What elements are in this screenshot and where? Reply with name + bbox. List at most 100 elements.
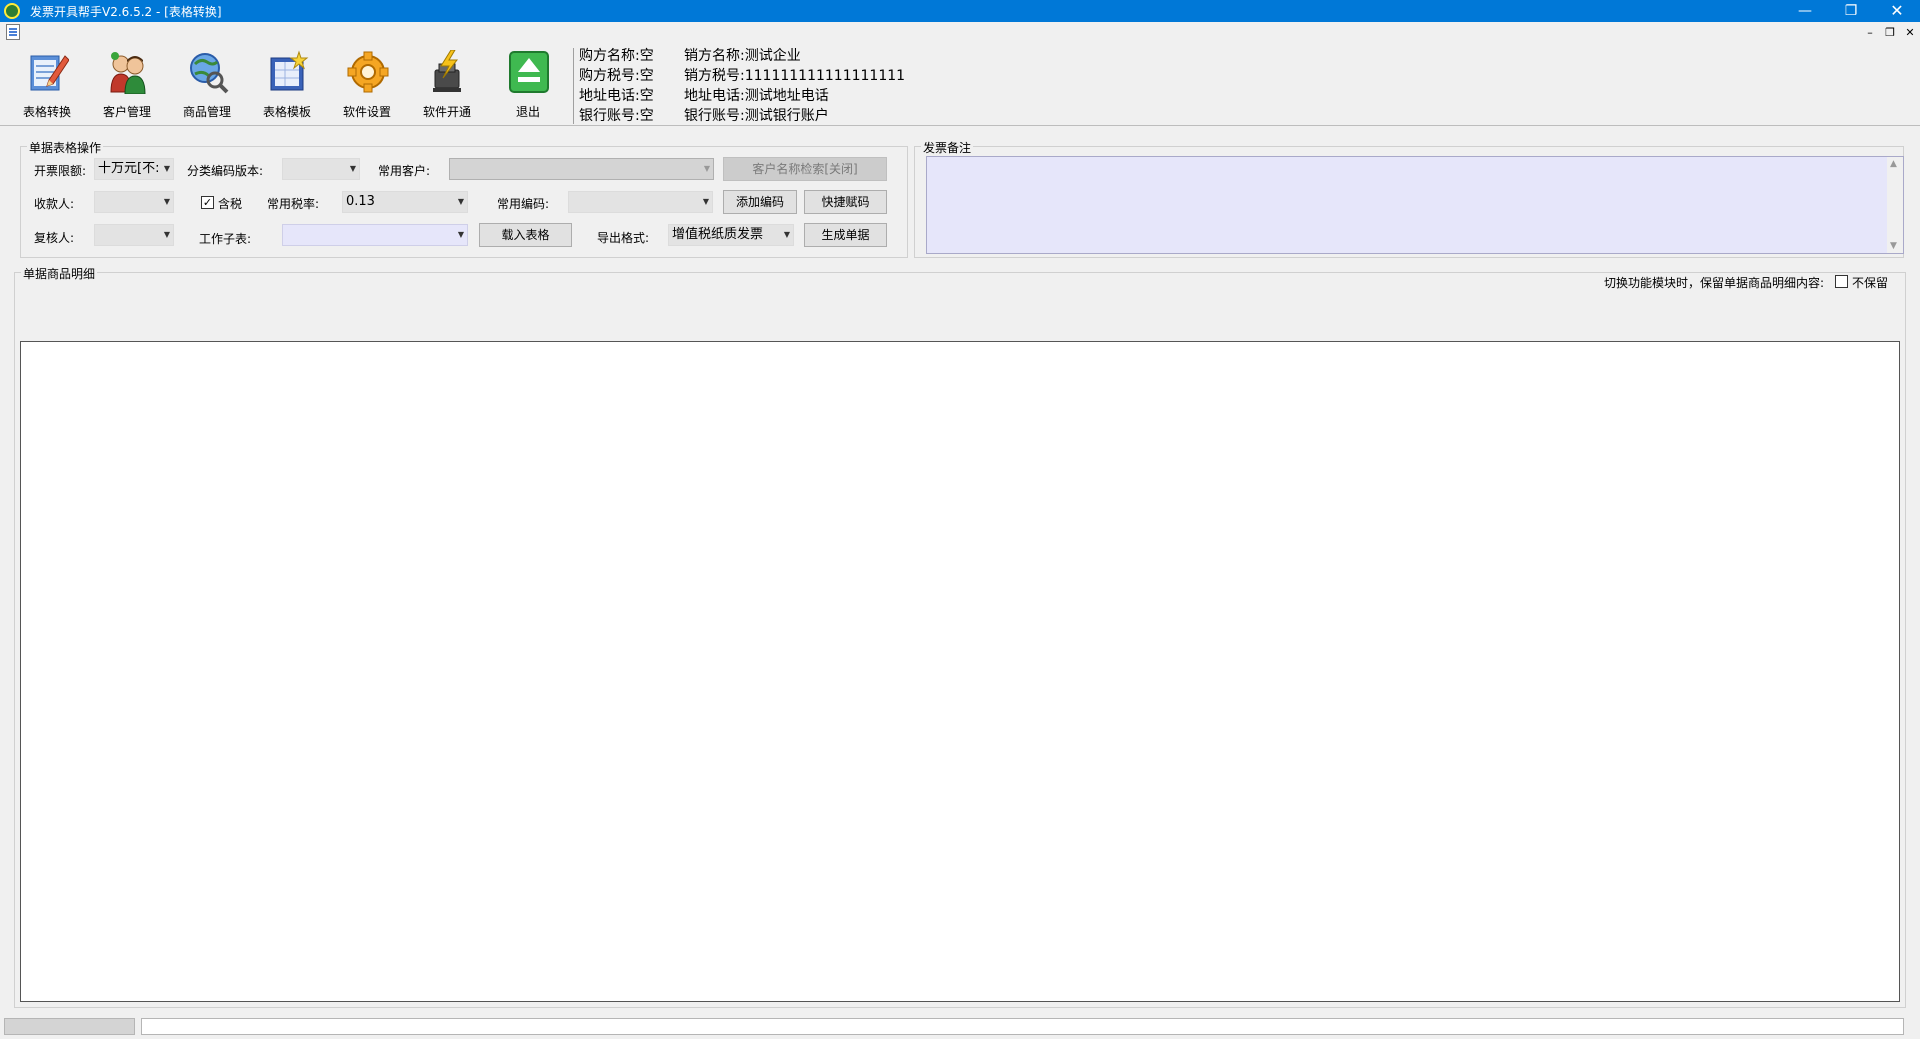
limit-combo[interactable]: 十万元[不: ▼ [94,158,174,180]
restore-button[interactable]: ❐ [1828,0,1874,22]
keep-detail-checkbox[interactable] [1835,275,1848,288]
toolbar-product-manage-button[interactable]: 商品管理 [172,48,242,120]
close-button[interactable]: ✕ [1874,0,1920,22]
toolbar-table-template-button[interactable]: 表格模板 [252,48,322,120]
toolbar-separator [573,48,574,124]
buyer-name-value: 空 [639,48,654,64]
minimize-button[interactable]: — [1782,0,1828,22]
customer-manage-icon [110,52,146,94]
seller-tax-label: 销方税号: [684,68,745,84]
code-version-combo[interactable]: ▼ [282,158,360,180]
toolbar-label: 软件开通 [422,105,471,119]
chevron-down-icon: ▼ [702,197,709,206]
chevron-down-icon: ▼ [783,230,790,239]
check-mark-icon: ✓ [202,196,213,209]
quick-code-button[interactable]: 快捷赋码 [804,190,887,214]
toolbar-settings-button[interactable]: 软件设置 [332,48,402,120]
reviewer-label: 复核人: [34,231,75,245]
limit-label: 开票限额: [34,164,87,178]
detail-group-title: 单据商品明细 [21,265,98,282]
common-customer-combo[interactable]: ▼ [449,158,714,180]
add-code-button[interactable]: 添加编码 [723,190,797,214]
buyer-addr-row: 地址电话:空 [579,86,654,106]
buyer-addr-value: 空 [639,88,654,104]
seller-bank-label: 银行账号: [684,108,745,124]
toolbar-label: 商品管理 [182,105,231,119]
payee-label: 收款人: [34,197,75,211]
child-minimize-button[interactable]: – [1862,25,1878,41]
export-format-combo[interactable]: 增值税纸质发票 ▼ [668,224,794,246]
exit-icon [509,51,549,93]
payee-combo[interactable]: ▼ [94,191,174,213]
status-panel-right [141,1018,1904,1035]
export-format-value: 增值税纸质发票 [672,227,764,242]
status-bar [0,1016,1920,1039]
toolbar-label: 客户管理 [102,105,151,119]
title-bar: 发票开具帮手V2.6.5.2 - [表格转换] — ❐ ✕ [0,0,1920,22]
seller-tax-value: 111111111111111111 [744,68,906,84]
status-panel-left [4,1018,135,1035]
buyer-tax-label: 购方税号: [579,68,640,84]
toolbar-label: 软件设置 [342,105,391,119]
main-toolbar: 表格转换 客户管理 商品管理 表格模板 软件设置 软件开通 退出 购方名称:空 … [0,44,1920,126]
buyer-name-row: 购方名称:空 [579,46,654,66]
mdi-control-strip: – ❐ ✕ [0,22,1920,44]
tax-rate-value: 0.13 [346,194,375,209]
invoice-remark-textarea[interactable]: ▲ ▼ [926,156,1904,254]
scroll-down-icon[interactable]: ▼ [1890,241,1897,251]
remark-scrollbar[interactable]: ▲ ▼ [1887,157,1903,253]
tax-rate-label: 常用税率: [267,197,320,211]
seller-addr-row: 地址电话:测试地址电话 [684,86,905,106]
seller-name-label: 销方名称: [684,48,745,64]
table-template-icon [270,50,309,91]
product-manage-icon [190,53,229,94]
buyer-name-label: 购方名称: [579,48,640,64]
buyer-tax-row: 购方税号:空 [579,66,654,86]
toolbar-label: 退出 [515,105,540,119]
generate-document-button[interactable]: 生成单据 [804,223,887,247]
toolbar-activation-button[interactable]: 软件开通 [412,48,482,120]
settings-gear-icon [347,51,389,93]
seller-addr-value: 测试地址电话 [744,88,829,104]
load-table-button[interactable]: 载入表格 [479,223,572,247]
common-code-label: 常用编码: [497,197,550,211]
child-close-button[interactable]: ✕ [1902,25,1918,41]
seller-name-value: 测试企业 [744,48,801,64]
window-title: 发票开具帮手V2.6.5.2 - [表格转换] [30,5,222,19]
buyer-info: 购方名称:空 购方税号:空 地址电话:空 银行账号:空 [579,46,654,126]
chevron-down-icon: ▼ [703,164,710,173]
reviewer-combo[interactable]: ▼ [94,224,174,246]
toolbar-exit-button[interactable]: 退出 [493,48,563,120]
limit-value: 十万元[不: [98,161,160,176]
chevron-down-icon: ▼ [349,164,356,173]
buyer-tax-value: 空 [639,68,654,84]
toolbar-customer-manage-button[interactable]: 客户管理 [92,48,162,120]
scroll-up-icon[interactable]: ▲ [1890,159,1897,169]
document-icon[interactable] [6,24,20,40]
sheet-label: 工作子表: [199,232,252,246]
tax-inclusive-checkbox[interactable]: ✓ [201,196,214,209]
chevron-down-icon: ▼ [457,197,464,206]
toolbar-label: 表格模板 [262,105,311,119]
keep-detail-option: 不保留 [1852,276,1889,290]
chevron-down-icon: ▼ [163,197,170,206]
chevron-down-icon: ▼ [163,164,170,173]
sheet-combo[interactable]: ▼ [282,224,468,246]
toolbar-table-convert-button[interactable]: 表格转换 [12,48,82,120]
tax-inclusive-label: 含税 [218,197,243,211]
customer-search-button[interactable]: 客户名称检索[关闭] [723,157,887,181]
common-code-combo[interactable]: ▼ [568,191,713,213]
tax-rate-combo[interactable]: 0.13 ▼ [342,191,468,213]
child-restore-button[interactable]: ❐ [1882,25,1898,41]
detail-grid[interactable] [20,341,1900,1002]
seller-bank-row: 银行账号:测试银行账户 [684,106,905,126]
ops-group-title: 单据表格操作 [27,139,104,156]
buyer-bank-row: 银行账号:空 [579,106,654,126]
buyer-bank-value: 空 [639,108,654,124]
common-customer-label: 常用客户: [378,164,431,178]
keep-detail-label: 切换功能模块时，保留单据商品明细内容: [1604,276,1825,290]
export-format-label: 导出格式: [597,231,650,245]
seller-bank-value: 测试银行账户 [744,108,829,124]
activation-icon [433,50,461,92]
table-convert-icon [30,55,69,91]
